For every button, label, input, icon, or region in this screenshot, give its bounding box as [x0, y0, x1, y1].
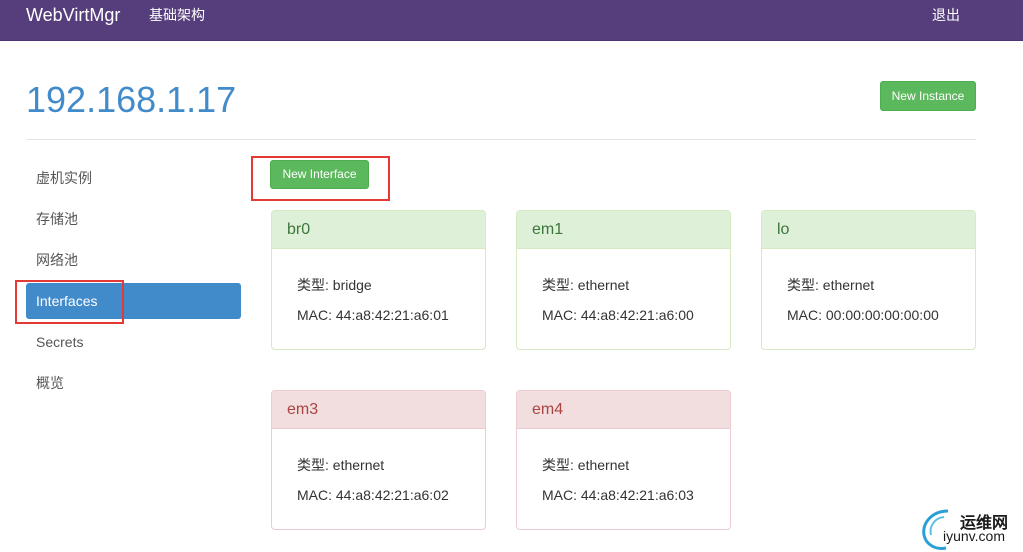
new-instance-button[interactable]: New Instance	[880, 81, 976, 111]
interface-name[interactable]: lo	[762, 211, 975, 249]
interface-mac: MAC: 44:a8:42:21:a6:01	[297, 307, 449, 323]
interface-type: 类型: ethernet	[787, 277, 875, 293]
sidebar-item-instances[interactable]: 虚机实例	[26, 160, 241, 196]
nav-logout[interactable]: 退出	[932, 6, 960, 24]
interface-mac: MAC: 44:a8:42:21:a6:03	[542, 487, 694, 503]
interface-type: 类型: ethernet	[542, 457, 630, 473]
interface-name[interactable]: em3	[272, 391, 485, 429]
interface-type: 类型: ethernet	[297, 457, 385, 473]
highlight-interfaces-nav	[15, 280, 124, 324]
interface-card-em4[interactable]: em4 类型: ethernet MAC: 44:a8:42:21:a6:03	[516, 390, 731, 530]
sidebar-item-overview[interactable]: 概览	[26, 365, 241, 401]
header-divider	[26, 139, 976, 140]
sidebar-item-secrets[interactable]: Secrets	[26, 324, 241, 360]
interface-card-br0[interactable]: br0 类型: bridge MAC: 44:a8:42:21:a6:01	[271, 210, 486, 350]
interface-card-em1[interactable]: em1 类型: ethernet MAC: 44:a8:42:21:a6:00	[516, 210, 731, 350]
top-navbar: WebVirtMgr 基础架构 退出	[0, 0, 1023, 41]
interface-mac: MAC: 44:a8:42:21:a6:00	[542, 307, 694, 323]
watermark-text-en: iyunv.com	[943, 528, 1005, 544]
sidebar-item-networks[interactable]: 网络池	[26, 242, 241, 278]
interface-card-lo[interactable]: lo 类型: ethernet MAC: 00:00:00:00:00:00	[761, 210, 976, 350]
interface-card-em3[interactable]: em3 类型: ethernet MAC: 44:a8:42:21:a6:02	[271, 390, 486, 530]
interface-type: 类型: ethernet	[542, 277, 630, 293]
interface-name[interactable]: em4	[517, 391, 730, 429]
highlight-new-interface	[251, 156, 390, 201]
interface-type: 类型: bridge	[297, 277, 372, 293]
interface-mac: MAC: 00:00:00:00:00:00	[787, 307, 939, 323]
brand-link[interactable]: WebVirtMgr	[26, 5, 120, 25]
interface-name[interactable]: br0	[272, 211, 485, 249]
interface-mac: MAC: 44:a8:42:21:a6:02	[297, 487, 449, 503]
page-title: 192.168.1.17	[26, 79, 237, 120]
nav-infrastructure[interactable]: 基础架构	[149, 6, 205, 24]
sidebar-item-storages[interactable]: 存储池	[26, 201, 241, 237]
interface-name[interactable]: em1	[517, 211, 730, 249]
